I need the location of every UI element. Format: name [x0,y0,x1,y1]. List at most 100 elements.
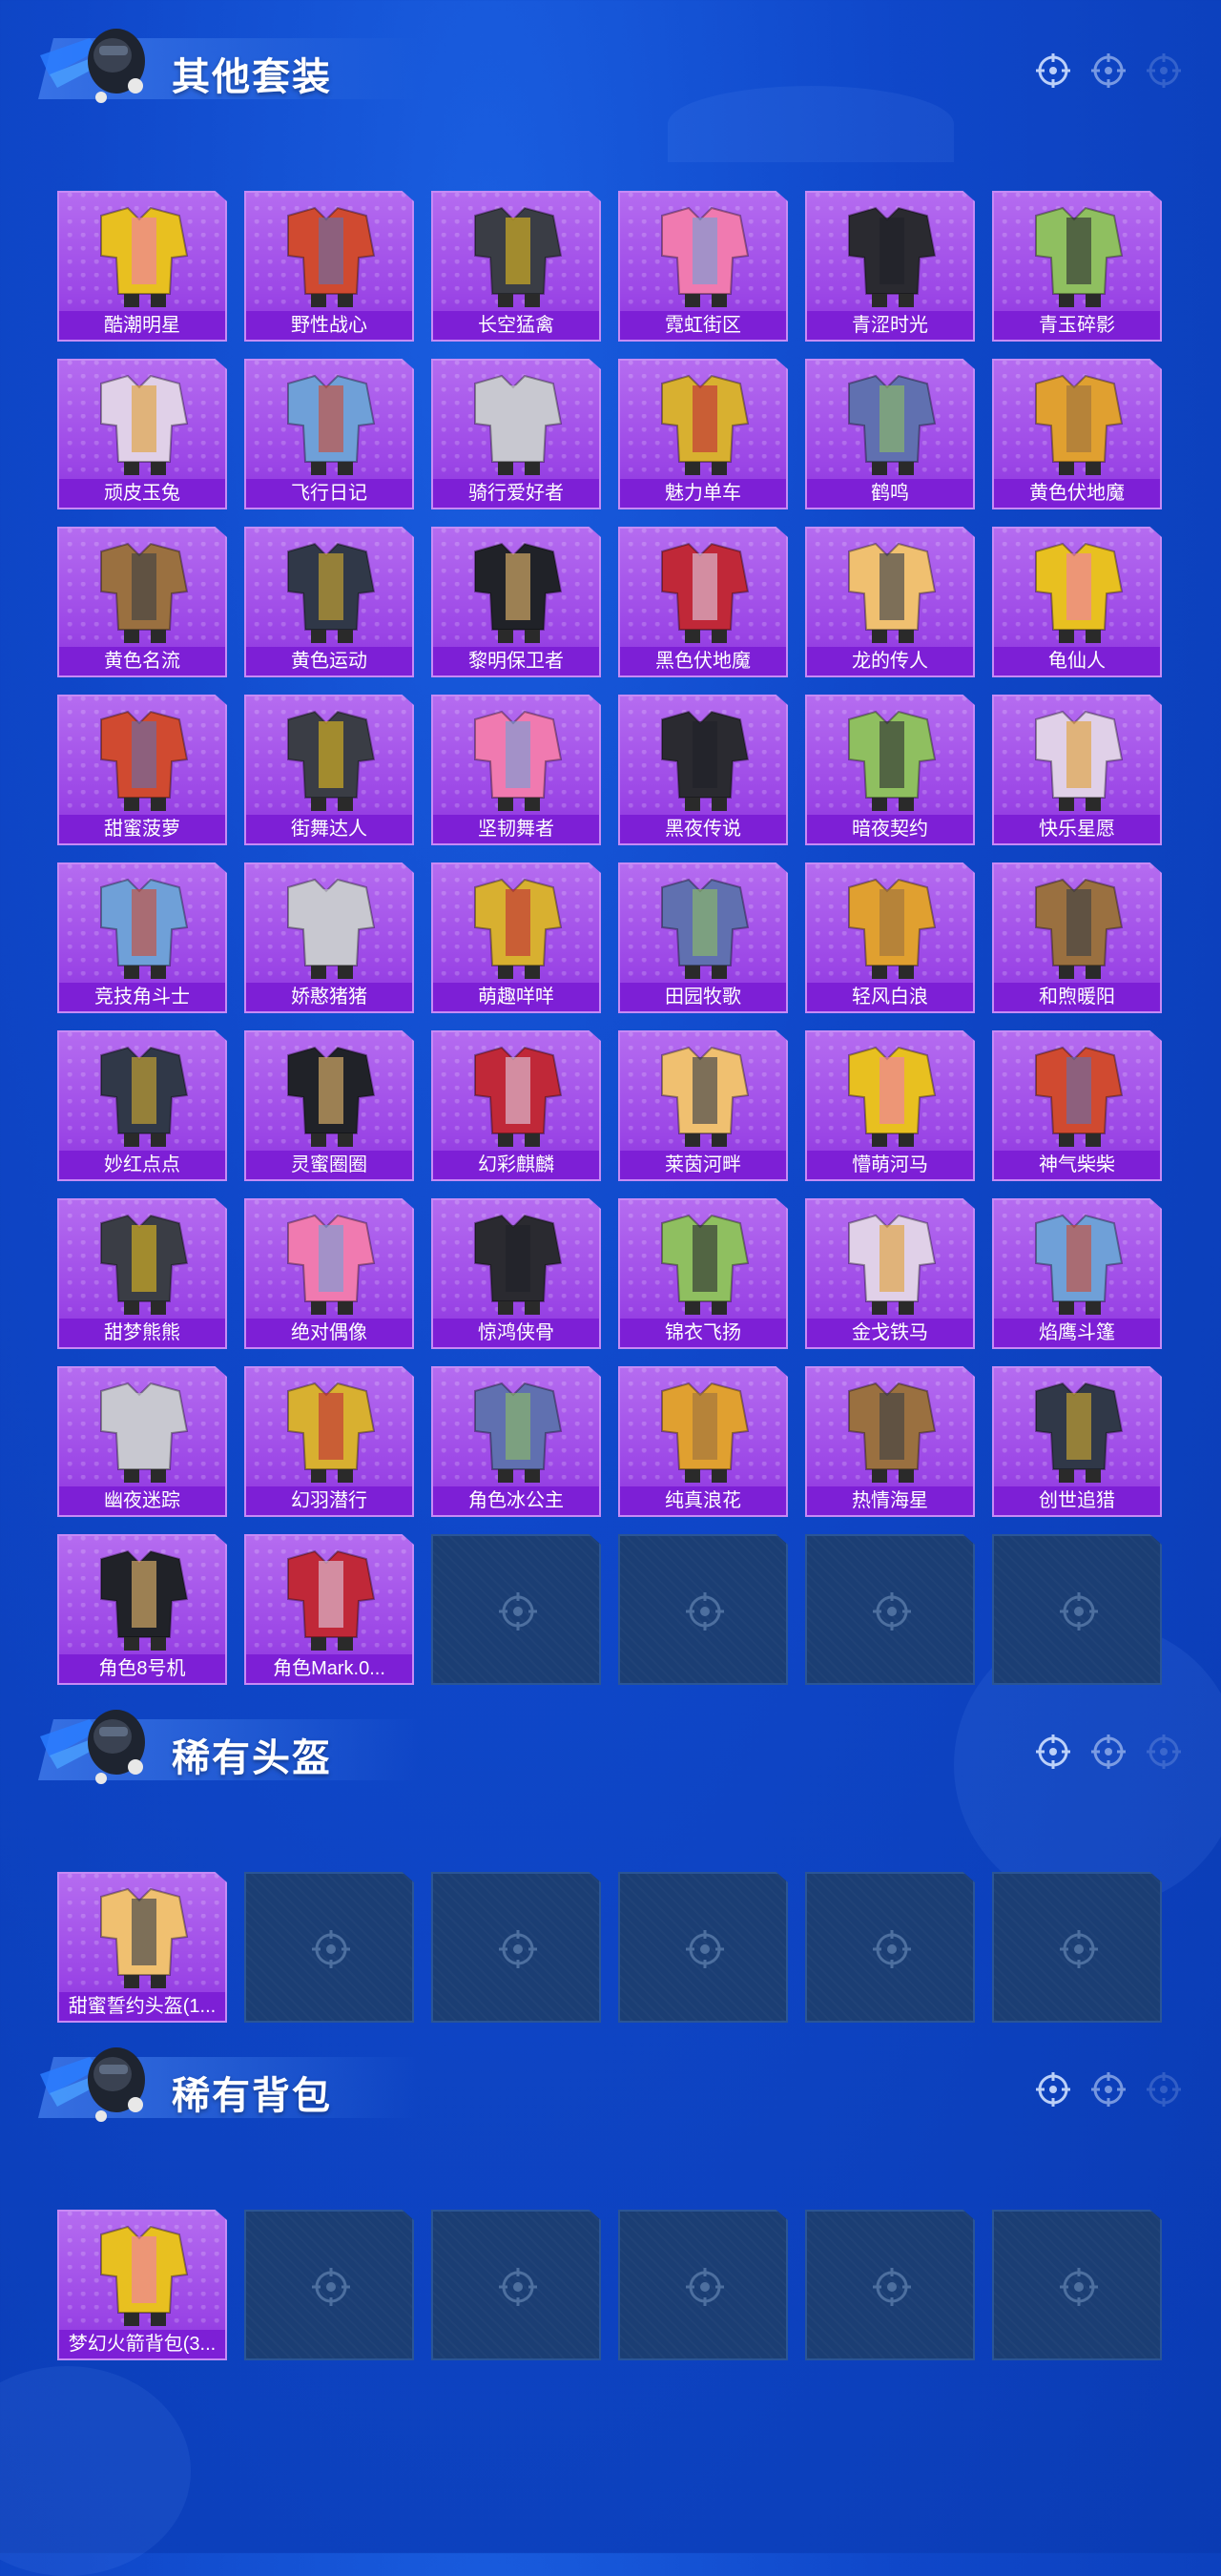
item-image [446,1206,590,1319]
section-title: 稀有头盔 [172,1737,332,1779]
item-name: 灵蜜圈圈 [246,1151,412,1179]
character-emblem-icon [32,17,156,105]
item-card[interactable]: 懵萌河马 [805,1030,975,1181]
section-3: 稀有背包 梦幻火箭背包(3... [0,2019,1221,2360]
item-card[interactable]: 青涩时光 [805,191,975,342]
item-image [1007,366,1150,479]
section-title: 稀有背包 [172,2075,332,2117]
section-decoration [1034,52,1183,90]
item-name: 竞技角斗士 [59,983,225,1011]
empty-slot [431,1534,601,1685]
item-name: 飞行日记 [246,479,412,508]
item-name: 龟仙人 [994,647,1160,675]
empty-slot [618,1534,788,1685]
item-card[interactable]: 街舞达人 [244,695,414,845]
item-card[interactable]: 龟仙人 [992,527,1162,677]
item-image [446,1038,590,1151]
section-header: 稀有头盔 [0,1681,1221,1786]
item-name: 魅力单车 [620,479,786,508]
item-card[interactable]: 惊鸿侠骨 [431,1198,601,1349]
item-card[interactable]: 黑夜传说 [618,695,788,845]
item-image [633,870,776,983]
item-card[interactable]: 酷潮明星 [57,191,227,342]
item-image [1007,1374,1150,1486]
item-name: 甜蜜誓约头盔(1... [59,1992,225,2021]
section-decoration [1034,1733,1183,1771]
section-2: 稀有头盔 甜蜜誓约头盔(1... [0,1681,1221,2023]
item-name: 龙的传人 [807,647,973,675]
item-grid: 甜蜜誓约头盔(1... [57,1872,1162,2023]
item-name: 妙红点点 [59,1151,225,1179]
item-card[interactable]: 幽夜迷踪 [57,1366,227,1517]
item-card[interactable]: 绝对偶像 [244,1198,414,1349]
item-image [72,2217,216,2330]
crosshair-icon [870,2265,914,2309]
item-card[interactable]: 黄色运动 [244,527,414,677]
item-card[interactable]: 坚韧舞者 [431,695,601,845]
item-card[interactable]: 黄色伏地魔 [992,359,1162,509]
item-card[interactable]: 黎明保卫者 [431,527,601,677]
empty-slot [618,2210,788,2360]
crosshair-icon [496,1927,540,1971]
item-card[interactable]: 娇憨猪猪 [244,862,414,1013]
item-image [72,1542,216,1654]
item-card[interactable]: 灵蜜圈圈 [244,1030,414,1181]
item-image [259,1542,403,1654]
item-card[interactable]: 热情海星 [805,1366,975,1517]
item-name: 鹤鸣 [807,479,973,508]
item-card[interactable]: 幻彩麒麟 [431,1030,601,1181]
item-name: 角色冰公主 [433,1486,599,1515]
item-image [820,1206,963,1319]
item-card[interactable]: 魅力单车 [618,359,788,509]
item-card[interactable]: 莱茵河畔 [618,1030,788,1181]
item-card[interactable]: 黄色名流 [57,527,227,677]
item-card[interactable]: 骑行爱好者 [431,359,601,509]
item-card[interactable]: 甜梦熊熊 [57,1198,227,1349]
item-card[interactable]: 黑色伏地魔 [618,527,788,677]
item-card[interactable]: 和煦暖阳 [992,862,1162,1013]
item-name: 青玉碎影 [994,311,1160,340]
item-card[interactable]: 鹤鸣 [805,359,975,509]
item-card[interactable]: 角色Mark.0... [244,1534,414,1685]
item-card[interactable]: 田园牧歌 [618,862,788,1013]
item-card[interactable]: 创世追猎 [992,1366,1162,1517]
item-card[interactable]: 锦衣飞扬 [618,1198,788,1349]
item-image [1007,1206,1150,1319]
section-header: 稀有背包 [0,2019,1221,2124]
item-image [633,534,776,647]
item-name: 萌趣咩咩 [433,983,599,1011]
item-card[interactable]: 角色冰公主 [431,1366,601,1517]
empty-slot [431,1872,601,2023]
item-card[interactable]: 长空猛禽 [431,191,601,342]
item-card[interactable]: 纯真浪花 [618,1366,788,1517]
item-card[interactable]: 野性战心 [244,191,414,342]
empty-slot [992,1872,1162,2023]
item-card[interactable]: 金戈铁马 [805,1198,975,1349]
item-card[interactable]: 竞技角斗士 [57,862,227,1013]
item-card[interactable]: 萌趣咩咩 [431,862,601,1013]
item-card[interactable]: 甜蜜菠萝 [57,695,227,845]
item-card[interactable]: 甜蜜誓约头盔(1... [57,1872,227,2023]
item-card[interactable]: 霓虹街区 [618,191,788,342]
item-name: 酷潮明星 [59,311,225,340]
item-name: 轻风白浪 [807,983,973,1011]
item-image [820,198,963,311]
item-image [633,198,776,311]
item-card[interactable]: 顽皮玉兔 [57,359,227,509]
section-title: 其他套装 [172,56,332,98]
item-card[interactable]: 飞行日记 [244,359,414,509]
crosshair-icon [496,1589,540,1633]
item-card[interactable]: 梦幻火箭背包(3... [57,2210,227,2360]
item-card[interactable]: 角色8号机 [57,1534,227,1685]
item-card[interactable]: 暗夜契约 [805,695,975,845]
item-image [1007,198,1150,311]
item-card[interactable]: 龙的传人 [805,527,975,677]
item-card[interactable]: 青玉碎影 [992,191,1162,342]
item-card[interactable]: 焰鹰斗篷 [992,1198,1162,1349]
empty-slot [805,1534,975,1685]
item-card[interactable]: 妙红点点 [57,1030,227,1181]
item-card[interactable]: 幻羽潜行 [244,1366,414,1517]
item-card[interactable]: 快乐星愿 [992,695,1162,845]
item-card[interactable]: 神气柴柴 [992,1030,1162,1181]
item-card[interactable]: 轻风白浪 [805,862,975,1013]
